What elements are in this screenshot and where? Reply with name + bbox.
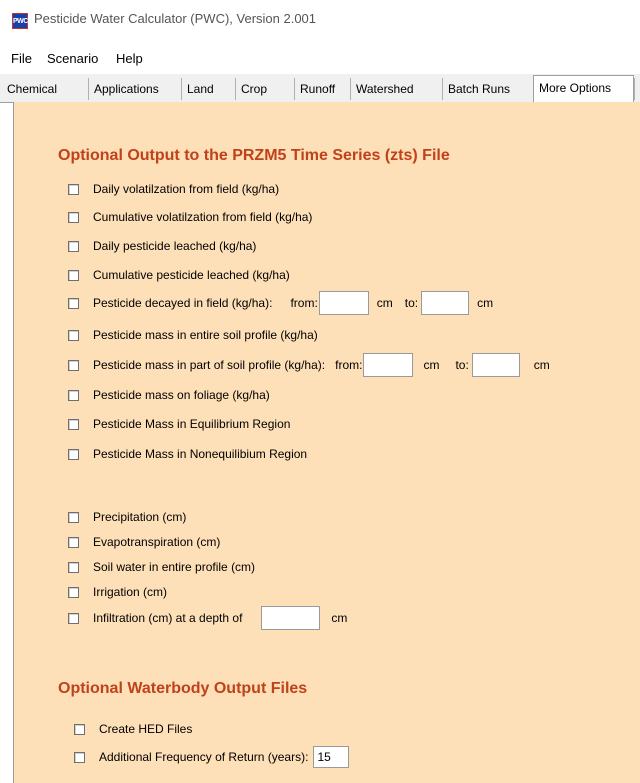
part-soil-profile-checkbox[interactable] <box>68 359 79 371</box>
part-from-unit: cm <box>423 358 440 372</box>
precipitation-checkbox[interactable] <box>68 511 79 523</box>
infiltration-depth-input[interactable] <box>261 606 321 630</box>
entire-soil-profile-checkbox[interactable] <box>68 329 79 341</box>
frequency-of-return-option[interactable]: Additional Frequency of Return (years): … <box>74 746 350 768</box>
irrigation-checkbox[interactable] <box>68 586 79 598</box>
soil-water-label: Soil water in entire profile (cm) <box>93 560 256 574</box>
entire-soil-profile-option[interactable]: Pesticide mass in entire soil profile (k… <box>68 325 318 345</box>
decayed-from-input[interactable] <box>318 291 369 315</box>
daily-leached-label: Daily pesticide leached (kg/ha) <box>93 239 257 253</box>
waterbody-section-title: Optional Waterbody Output Files <box>58 680 308 697</box>
cumulative-volatilization-checkbox[interactable] <box>68 211 79 223</box>
tab-crop[interactable]: Crop <box>235 78 273 100</box>
equilibrium-region-option[interactable]: Pesticide Mass in Equilibrium Region <box>68 414 290 434</box>
mass-on-foliage-option[interactable]: Pesticide mass on foliage (kg/ha) <box>68 385 270 405</box>
frequency-of-return-input[interactable]: 15 <box>313 746 350 768</box>
daily-volatilization-checkbox[interactable] <box>68 183 79 195</box>
part-to-input[interactable] <box>471 353 520 377</box>
precipitation-label: Precipitation (cm) <box>93 510 187 524</box>
nonequilibrium-region-checkbox[interactable] <box>68 448 79 460</box>
infiltration-unit: cm <box>331 611 348 625</box>
tab-strip: Chemical Applications Land Crop Runoff W… <box>0 74 640 103</box>
menu-help[interactable]: Help <box>116 51 143 66</box>
title-bar: PWC Pesticide Water Calculator (PWC), Ve… <box>0 0 640 44</box>
decayed-in-field-label: Pesticide decayed in field (kg/ha): <box>93 296 273 310</box>
frequency-of-return-checkbox[interactable] <box>74 751 85 763</box>
menu-file[interactable]: File <box>11 51 32 66</box>
mass-on-foliage-checkbox[interactable] <box>68 389 79 401</box>
cumulative-volatilization-option[interactable]: Cumulative volatilzation from field (kg/… <box>68 207 312 227</box>
daily-leached-option[interactable]: Daily pesticide leached (kg/ha) <box>68 236 256 256</box>
cumulative-volatilization-label: Cumulative volatilzation from field (kg/… <box>93 210 313 224</box>
tab-overflow[interactable] <box>634 78 640 100</box>
part-to-label: to: <box>455 358 469 372</box>
tab-land[interactable]: Land <box>181 78 219 100</box>
decayed-from-label: from: <box>290 296 318 310</box>
part-soil-profile-option[interactable]: Pesticide mass in part of soil profile (… <box>68 353 550 377</box>
zts-section-title: Optional Output to the PRZM5 Time Series… <box>58 147 450 164</box>
window-title: Pesticide Water Calculator (PWC), Versio… <box>34 11 317 26</box>
tab-more-options[interactable]: More Options <box>533 75 634 102</box>
evapotranspiration-option[interactable]: Evapotranspiration (cm) <box>68 532 220 552</box>
create-hed-option[interactable]: Create HED Files <box>74 719 192 739</box>
cumulative-leached-option[interactable]: Cumulative pesticide leached (kg/ha) <box>68 265 290 285</box>
evapotranspiration-checkbox[interactable] <box>68 536 79 548</box>
cumulative-leached-label: Cumulative pesticide leached (kg/ha) <box>93 268 290 282</box>
cumulative-leached-checkbox[interactable] <box>68 269 79 281</box>
irrigation-label: Irrigation (cm) <box>93 585 168 599</box>
infiltration-label: Infiltration (cm) at a depth of <box>93 611 243 625</box>
part-from-input[interactable] <box>363 353 414 377</box>
decayed-in-field-option[interactable]: Pesticide decayed in field (kg/ha): from… <box>68 291 494 315</box>
precipitation-option[interactable]: Precipitation (cm) <box>68 507 186 527</box>
decayed-to-label: to: <box>404 296 419 310</box>
daily-volatilization-label: Daily volatilzation from field (kg/ha) <box>93 182 280 196</box>
evapotranspiration-label: Evapotranspiration (cm) <box>93 535 221 549</box>
mass-on-foliage-label: Pesticide mass on foliage (kg/ha) <box>93 388 270 402</box>
tab-batch-runs[interactable]: Batch Runs <box>442 78 516 100</box>
infiltration-option[interactable]: Infiltration (cm) at a depth of cm <box>68 606 348 630</box>
decayed-from-unit: cm <box>376 296 393 310</box>
decayed-to-input[interactable] <box>421 291 470 315</box>
part-to-unit: cm <box>533 358 550 372</box>
tab-watershed[interactable]: Watershed <box>350 78 419 100</box>
tab-chemical[interactable]: Chemical <box>2 78 63 100</box>
decayed-to-unit: cm <box>477 296 494 310</box>
create-hed-label: Create HED Files <box>99 722 193 736</box>
more-options-panel: Optional Output to the PRZM5 Time Series… <box>13 102 640 783</box>
part-soil-profile-label: Pesticide mass in part of soil profile (… <box>93 358 326 372</box>
daily-volatilization-option[interactable]: Daily volatilzation from field (kg/ha) <box>68 179 279 199</box>
create-hed-checkbox[interactable] <box>74 723 85 735</box>
entire-soil-profile-label: Pesticide mass in entire soil profile (k… <box>93 328 318 342</box>
app-icon: PWC <box>12 13 28 29</box>
tab-applications[interactable]: Applications <box>88 78 164 100</box>
menu-scenario[interactable]: Scenario <box>47 51 98 66</box>
irrigation-option[interactable]: Irrigation (cm) <box>68 582 167 602</box>
nonequilibrium-region-option[interactable]: Pesticide Mass in Nonequilibium Region <box>68 444 307 464</box>
equilibrium-region-label: Pesticide Mass in Equilibrium Region <box>93 417 291 431</box>
nonequilibrium-region-label: Pesticide Mass in Nonequilibium Region <box>93 447 308 461</box>
soil-water-option[interactable]: Soil water in entire profile (cm) <box>68 557 255 577</box>
equilibrium-region-checkbox[interactable] <box>68 418 79 430</box>
frequency-of-return-label: Additional Frequency of Return (years): <box>99 750 309 764</box>
part-from-label: from: <box>335 358 363 372</box>
menu-bar: File Scenario Help <box>0 44 640 74</box>
soil-water-checkbox[interactable] <box>68 561 79 573</box>
tab-runoff[interactable]: Runoff <box>294 78 341 100</box>
daily-leached-checkbox[interactable] <box>68 240 79 252</box>
decayed-in-field-checkbox[interactable] <box>68 297 79 309</box>
infiltration-checkbox[interactable] <box>68 612 79 624</box>
